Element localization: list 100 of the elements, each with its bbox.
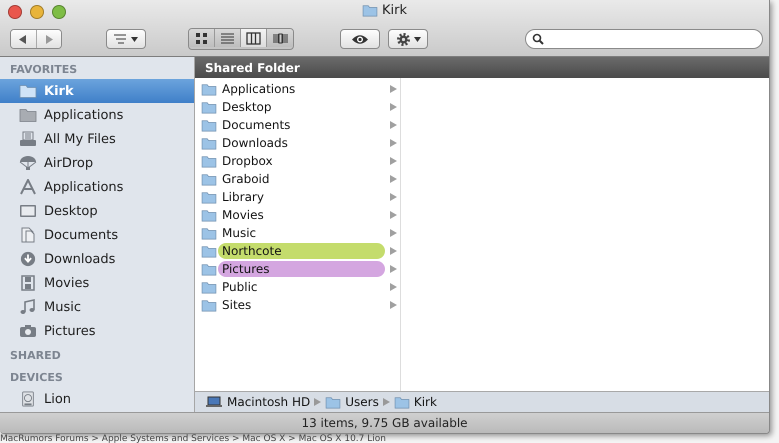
action-button[interactable]: [388, 29, 428, 49]
minimize-button[interactable]: [30, 5, 44, 19]
folder-item[interactable]: Public: [218, 279, 385, 295]
path-separator-icon: [314, 398, 322, 406]
arrange-button[interactable]: [106, 29, 146, 49]
view-mode-button[interactable]: [267, 29, 293, 47]
close-button[interactable]: [8, 5, 22, 19]
column-header: Shared Folder: [195, 57, 769, 78]
disclosure-triangle-icon: [390, 301, 397, 309]
folder-icon: [201, 208, 217, 222]
disclosure-triangle-icon: [390, 247, 397, 255]
list-view-icon: [220, 30, 235, 46]
sidebar-item[interactable]: Applications: [0, 103, 194, 127]
desktop-icon: [19, 203, 37, 219]
folder-icon: [201, 82, 217, 96]
folder-item[interactable]: Documents: [218, 117, 385, 133]
view-mode-button[interactable]: [215, 29, 241, 47]
view-mode-button[interactable]: [241, 29, 267, 47]
forward-arrow-icon: [44, 34, 53, 44]
sidebar-item[interactable]: AirDrop: [0, 151, 194, 175]
folder-item[interactable]: Music: [218, 225, 385, 241]
folder-icon: [19, 83, 37, 99]
folder-icon: [201, 190, 217, 204]
columns-view-icon: [246, 30, 261, 46]
disclosure-triangle-icon: [390, 85, 397, 93]
folder-icon: [362, 4, 378, 17]
back-arrow-icon: [19, 34, 28, 44]
sidebar-item[interactable]: Movies: [0, 271, 194, 295]
sidebar-item[interactable]: Downloads: [0, 247, 194, 271]
disclosure-triangle-icon: [390, 283, 397, 291]
download-icon: [19, 251, 37, 267]
folder-item[interactable]: Movies: [218, 207, 385, 223]
folder-item[interactable]: Library: [218, 189, 385, 205]
folder-icon: [201, 226, 217, 240]
folder-icon: [201, 100, 217, 114]
status-bar: 13 items, 9.75 GB available: [0, 412, 769, 433]
zoom-button[interactable]: [52, 5, 66, 19]
breadcrumb-text: MacRumors Forums > Apple Systems and Services > Mac OS X > Mac OS X 10.7 Lion: [0, 434, 386, 443]
sidebar-section-title: SHARED: [9, 348, 62, 364]
caret-icon: [131, 36, 138, 42]
sidebar-section-title: FAVORITES: [9, 62, 78, 78]
folder-item[interactable]: Graboid: [218, 171, 385, 187]
apps-icon: [19, 179, 37, 195]
path-item[interactable]: Users: [325, 395, 379, 409]
sidebar-item[interactable]: Documents: [0, 223, 194, 247]
folder-icon: [201, 154, 217, 168]
disclosure-triangle-icon: [390, 157, 397, 165]
file-cabinet-icon: [19, 131, 37, 147]
sidebar-item[interactable]: Desktop: [0, 199, 194, 223]
disclosure-triangle-icon: [390, 175, 397, 183]
folder-item[interactable]: Pictures: [218, 261, 385, 277]
icons-view-icon: [194, 30, 209, 46]
disclosure-triangle-icon: [390, 103, 397, 111]
folder-icon: [201, 262, 217, 276]
arrange-lines-icon: [114, 34, 128, 44]
folder-item[interactable]: Northcote: [218, 243, 385, 259]
sidebar-item[interactable]: Applications: [0, 175, 194, 199]
sidebar-item[interactable]: Lion: [0, 387, 194, 411]
back-button[interactable]: [11, 30, 36, 48]
coverflow-view-icon: [272, 30, 288, 46]
gear-icon: [396, 32, 410, 46]
folder-item[interactable]: Sites: [218, 297, 385, 313]
view-mode-button[interactable]: [189, 29, 215, 47]
folder-icon: [201, 136, 217, 150]
folder-icon: [19, 107, 37, 123]
disclosure-triangle-icon: [390, 139, 397, 147]
path-separator-icon: [382, 398, 390, 406]
parachute-icon: [19, 155, 37, 171]
sidebar-item[interactable]: Music: [0, 295, 194, 319]
folder-item[interactable]: Dropbox: [218, 153, 385, 169]
caret-icon: [414, 36, 420, 42]
sidebar-section-title: DEVICES: [9, 370, 64, 386]
folder-icon: [201, 244, 217, 258]
eye-icon: [351, 34, 369, 44]
view-mode-control[interactable]: [188, 28, 294, 50]
folder-item[interactable]: Applications: [218, 81, 385, 97]
sidebar-item[interactable]: All My Files: [0, 127, 194, 151]
sidebar-item[interactable]: Pictures: [0, 319, 194, 343]
folder-icon: [201, 172, 217, 186]
search-field[interactable]: [525, 29, 763, 49]
disclosure-triangle-icon: [390, 193, 397, 201]
search-icon: [532, 33, 544, 45]
folder-icon: [201, 118, 217, 132]
path-item[interactable]: Macintosh HD: [205, 394, 310, 410]
documents-icon: [19, 227, 37, 243]
music-note-icon: [19, 299, 37, 315]
folder-icon: [325, 396, 342, 408]
quick-look-button[interactable]: [340, 29, 380, 49]
folder-icon: [201, 298, 217, 312]
folder-item[interactable]: Downloads: [218, 135, 385, 151]
laptop-icon: [205, 394, 223, 410]
window-title: Kirk: [382, 3, 407, 18]
disclosure-triangle-icon: [390, 229, 397, 237]
path-item[interactable]: Kirk: [394, 395, 437, 409]
disclosure-triangle-icon: [390, 265, 397, 273]
folder-icon: [394, 396, 410, 408]
disclosure-triangle-icon: [390, 211, 397, 219]
disclosure-triangle-icon: [390, 121, 397, 129]
folder-item[interactable]: Desktop: [218, 99, 385, 115]
folder-icon: [201, 280, 217, 294]
